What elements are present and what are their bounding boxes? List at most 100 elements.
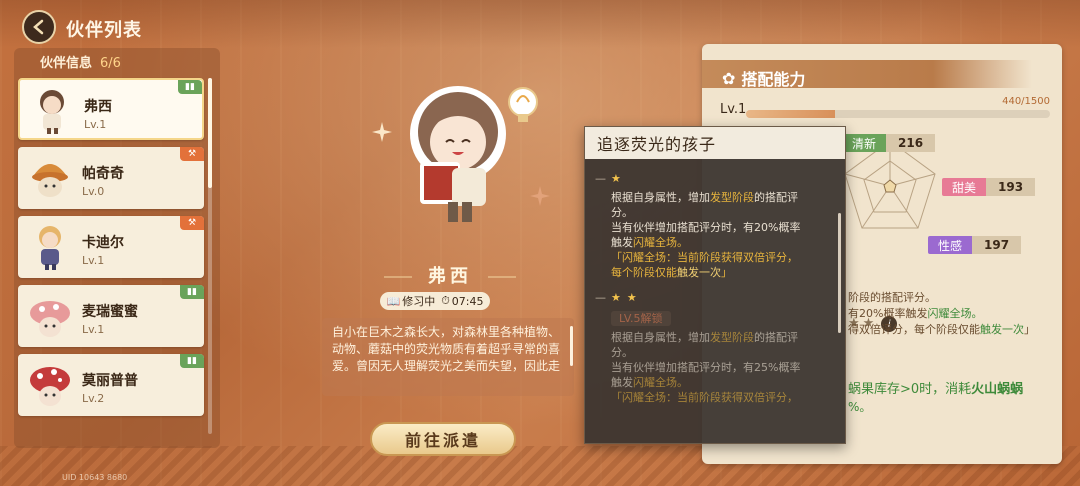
partner-avatar — [32, 164, 68, 197]
back-arrow-icon — [33, 19, 44, 35]
highlight-text: 闪耀全场。 — [927, 307, 983, 320]
tooltip-line: 当有伙伴增加搭配评分时，有25%概率 — [611, 361, 801, 374]
status-label: 修习中 — [402, 295, 436, 308]
ability-title-text: 搭配能力 — [741, 70, 806, 89]
partner-list: 弗西 Lv.1 ▮▮ 帕奇奇 Lv.0 ⚒ 卡迪尔 Lv.1 ⚒ 麦瑞蜜蜜 Lv… — [18, 78, 204, 423]
partner-avatar — [30, 301, 70, 337]
tooltip-title: 追逐荧光的孩子 — [585, 127, 845, 159]
scrollbar-thumb[interactable] — [208, 78, 212, 188]
stat-sweet: 甜美 193 — [942, 178, 1036, 196]
tooltip-line: 触发闪耀全场。 — [611, 375, 831, 390]
text-segment: 根据自身属性，增加 — [611, 331, 710, 344]
text-segment: 」 — [721, 266, 732, 279]
tooltip-tier-row: — ★ ★ — [595, 290, 831, 305]
stat-label: 清新 — [842, 134, 887, 152]
highlight-text: 触发一次 — [677, 266, 721, 279]
partner-item-fuxi[interactable]: 弗西 Lv.1 ▮▮ — [18, 78, 204, 140]
ability-level: Lv.1 — [720, 102, 747, 117]
tooltip-block-2: LV.5解锁 根据自身属性，增加发型阶段的搭配评 分。 当有伙伴增加搭配评分时，… — [595, 309, 831, 405]
highlight-text: 闪耀全场。 — [633, 376, 688, 389]
text-segment: 的搭配评 — [754, 191, 798, 204]
partner-item-mairuimimi[interactable]: 麦瑞蜜蜜 Lv.1 ▮▮ — [18, 285, 204, 347]
character-name: 弗西 — [428, 266, 472, 287]
highlight-text: 发型阶段 — [710, 191, 754, 204]
stat-value: 193 — [986, 178, 1036, 196]
text-segment: 的搭配评 — [754, 331, 798, 344]
ability-title: ✿ 搭配能力 — [722, 66, 805, 90]
back-button[interactable] — [22, 10, 56, 44]
text-segment: 每个阶段仅能 — [611, 266, 677, 279]
ability-text-line: 蜗果库存>0时，消耗火山蜗蜗 — [848, 382, 1023, 397]
sparkle-icon — [372, 122, 392, 142]
status-time: 07:45 — [451, 294, 484, 308]
dispatch-button[interactable]: 前往派遣 — [370, 422, 516, 456]
partner-item-kadier[interactable]: 卡迪尔 Lv.1 ⚒ — [18, 216, 204, 278]
partner-avatar — [30, 367, 70, 406]
timer-icon: ⏱ — [441, 294, 450, 307]
bow-icon: ✿ — [722, 68, 736, 88]
text-segment: 蜗果库存>0时，消耗 — [848, 382, 972, 397]
exp-progress-fill — [746, 110, 836, 118]
star-icon: ★ — [626, 291, 637, 304]
text-segment: 根据自身属性，增加 — [611, 191, 710, 204]
partner-count: 6/6 — [100, 56, 121, 71]
text-segment: 得双倍评分，每个阶段仅能 — [848, 323, 980, 336]
highlight-text: 火山蜗蜗 — [971, 382, 1024, 397]
tooltip-line: 「闪耀全场：当前阶段获得双倍评分， — [611, 391, 798, 404]
partner-name: 帕奇奇 — [82, 166, 124, 182]
text-segment: 有20%概率触发 — [848, 307, 928, 320]
book-icon: ▮▮ — [178, 80, 202, 94]
partner-list-scrollbar[interactable] — [208, 78, 212, 434]
dash-icon: — — [595, 172, 606, 185]
top-band — [0, 0, 1080, 48]
tooltip-block-1: 根据自身属性，增加发型阶段的搭配评 分。 当有伙伴增加搭配评分时，有20%概率 … — [595, 190, 831, 280]
stat-label: 性感 — [928, 236, 973, 254]
partner-item-molipupu[interactable]: 莫丽普普 Lv.2 ▮▮ — [18, 354, 204, 416]
tooltip-line: 「闪耀全场：当前阶段获得双倍评分， — [611, 251, 798, 264]
uid-label: UID 10643 8680 — [62, 473, 128, 482]
highlight-text: 发型阶段 — [710, 331, 754, 344]
tooltip-line: 分。 — [611, 346, 633, 359]
partner-avatar — [39, 226, 61, 270]
ability-text-line: 得双倍评分，每个阶段仅能触发一次」 — [848, 322, 1035, 337]
partner-name: 麦瑞蜜蜜 — [82, 304, 138, 320]
description-scrollbar[interactable] — [570, 326, 573, 366]
partner-name: 弗西 — [84, 99, 112, 115]
tooltip-line: 当有伙伴增加搭配评分时，有20%概率 — [611, 221, 801, 234]
star-icon: ★ — [611, 291, 621, 304]
book-icon: ▮▮ — [180, 285, 204, 299]
tooltip-line: 根据自身属性，增加发型阶段的搭配评 — [611, 330, 831, 345]
partner-level: Lv.1 — [82, 254, 105, 267]
character-description: 自小在巨木之森长大，对森林里各种植物、动物、蘑菇中的荧光物质有着超乎寻常的喜爱。… — [322, 318, 574, 396]
ability-text-line: 有20%概率触发闪耀全场。 — [848, 306, 982, 321]
tooltip-tier-row: — ★ — [595, 171, 831, 186]
status-pill: 📖 修习中 ⏱ 07:45 — [380, 292, 490, 310]
stat-label: 甜美 — [942, 178, 987, 196]
partner-info-header: 伙伴信息 6/6 — [40, 52, 121, 71]
dash-icon: — — [595, 291, 606, 304]
ability-text-line: %。 — [848, 400, 871, 415]
partner-name: 莫丽普普 — [82, 373, 138, 389]
text-segment: 触发 — [611, 236, 633, 249]
stat-sexy: 性感 197 — [928, 236, 1022, 254]
text-segment: %。 — [848, 400, 872, 414]
sparkle-icon — [530, 186, 550, 206]
tooltip-line: 触发闪耀全场。 — [611, 235, 831, 250]
partner-avatar — [40, 90, 64, 134]
partner-level: Lv.2 — [82, 392, 105, 405]
partner-level: Lv.0 — [82, 185, 105, 198]
stat-value: 197 — [972, 236, 1022, 254]
tooltip-line: 分。 — [611, 206, 633, 219]
exp-progress-bar — [746, 110, 1050, 118]
partner-item-paqiqi[interactable]: 帕奇奇 Lv.0 ⚒ — [18, 147, 204, 209]
highlight-text: 触发一次 — [980, 323, 1024, 336]
stat-fresh: 清新 216 — [842, 134, 936, 152]
tooltip-line: 每个阶段仅能触发一次」 — [611, 265, 831, 280]
highlight-text: 闪耀全场。 — [633, 236, 688, 249]
partner-level: Lv.1 — [82, 323, 105, 336]
stat-value: 216 — [886, 134, 936, 152]
tooltip-scrollbar[interactable] — [838, 213, 841, 333]
partner-level: Lv.1 — [84, 118, 107, 131]
text-segment: 」 — [1024, 323, 1035, 336]
hammer-icon: ⚒ — [180, 147, 204, 161]
